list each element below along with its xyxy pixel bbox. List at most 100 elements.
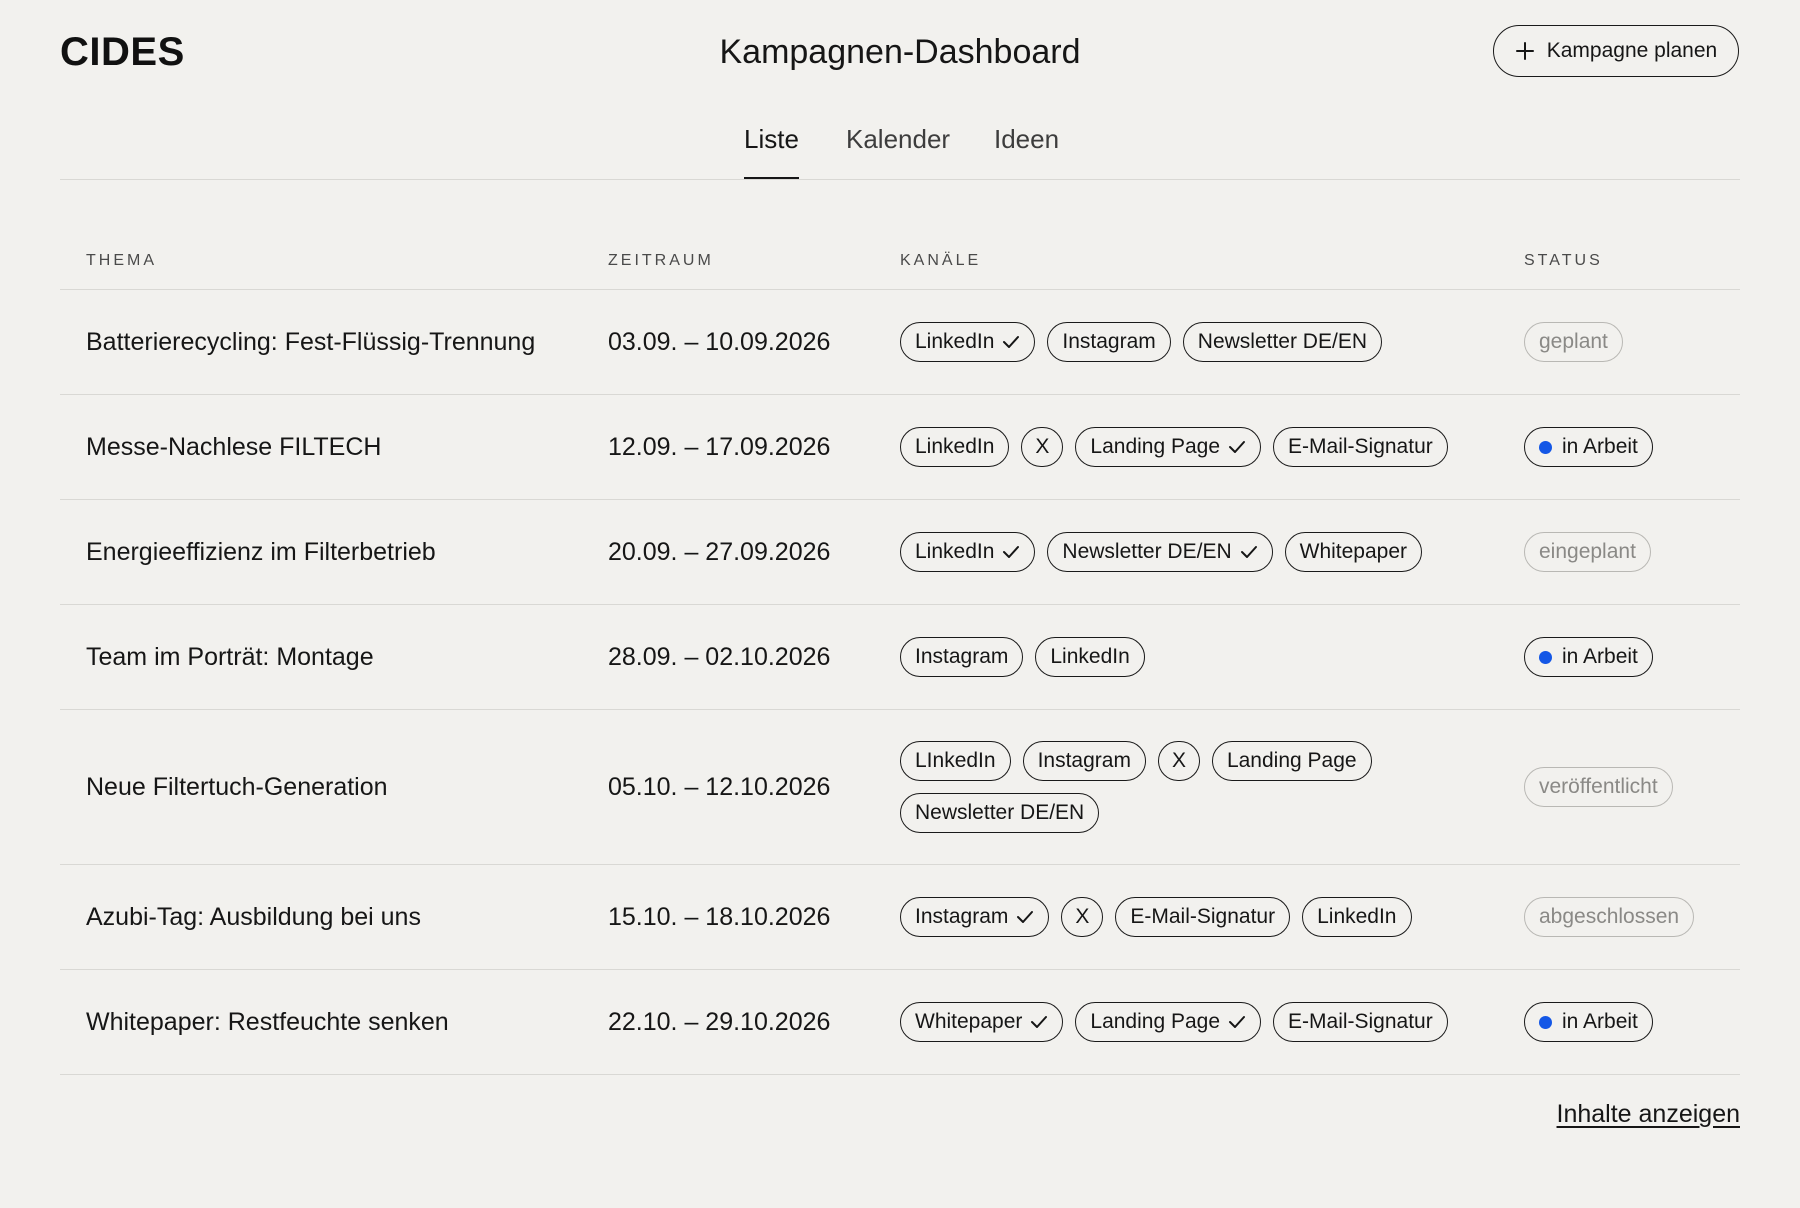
channel-chip[interactable]: Instagram: [900, 637, 1024, 677]
tab-calendar[interactable]: Kalender: [846, 124, 950, 179]
checkmark-icon: [1228, 1015, 1246, 1029]
campaign-topic: Whitepaper: Restfeuchte senken: [86, 1007, 449, 1036]
column-header-range: ZEITRAUM: [608, 252, 714, 269]
channel-list: Whitepaper Landing Page E-Mail-Signatur: [900, 970, 1540, 1074]
column-header-channels: KANÄLE: [900, 252, 982, 269]
plan-campaign-button[interactable]: Kampagne planen: [1493, 25, 1739, 77]
table-row[interactable]: Team im Porträt: Montage 28.09. – 02.10.2…: [60, 605, 1740, 710]
status-badge[interactable]: geplant: [1524, 322, 1623, 362]
channel-chip[interactable]: X: [1021, 427, 1064, 467]
table-row[interactable]: Batterierecycling: Fest-Flüssig-Trennung…: [60, 290, 1740, 395]
status-badge[interactable]: abgeschlossen: [1524, 897, 1695, 937]
channel-chip-label: Instagram: [1062, 330, 1156, 353]
channel-chip-label: Landing Page: [1090, 1010, 1221, 1033]
channel-chip-label: LinkedIn: [915, 435, 995, 458]
checkmark-icon: [1240, 545, 1258, 559]
channel-chip-label: X: [1075, 905, 1090, 928]
channel-list: LinkedIn Newsletter DE/EN Whitepaper: [900, 500, 1540, 604]
channel-chip[interactable]: Instagram: [900, 897, 1050, 937]
status-label: geplant: [1539, 330, 1608, 353]
channel-chips: LinkedIn Newsletter DE/EN Whitepaper: [900, 532, 1500, 572]
campaign-date-range: 28.09. – 02.10.2026: [608, 642, 831, 671]
channel-chip[interactable]: LinkedIn: [900, 532, 1036, 572]
tab-ideas[interactable]: Ideen: [994, 124, 1059, 179]
channel-chip-label: E-Mail-Signatur: [1288, 1010, 1433, 1033]
status-cell: in Arbeit: [1524, 395, 1744, 499]
channel-chip[interactable]: LinkedIn: [1302, 897, 1412, 937]
status-badge[interactable]: in Arbeit: [1524, 1002, 1653, 1042]
status-badge[interactable]: veröffentlicht: [1524, 767, 1673, 807]
channel-chips: LinkedIn X Landing Page E-Mail-Signatur: [900, 427, 1500, 467]
status-label: veröffentlicht: [1539, 775, 1658, 798]
table-row[interactable]: Messe-Nachlese FILTECH 12.09. – 17.09.202…: [60, 395, 1740, 500]
channel-list: LInkedIn Instagram X Landing Page Newsletter…: [900, 710, 1540, 864]
show-content-link[interactable]: Inhalte anzeigen: [1557, 1100, 1740, 1129]
channel-chip[interactable]: LInkedIn: [900, 741, 1011, 781]
channel-chip[interactable]: Whitepaper: [1284, 532, 1423, 572]
channel-chip-label: Instagram: [915, 905, 1009, 928]
channel-chip[interactable]: Landing Page: [1075, 427, 1262, 467]
channel-chip[interactable]: Whitepaper: [900, 1002, 1064, 1042]
status-cell: eingeplant: [1524, 500, 1744, 604]
status-label: in Arbeit: [1562, 435, 1638, 458]
channel-list: LinkedIn X Landing Page E-Mail-Signatur: [900, 395, 1540, 499]
channel-chip-label: LinkedIn: [915, 330, 995, 353]
status-badge[interactable]: eingeplant: [1524, 532, 1651, 572]
channel-chip-label: E-Mail-Signatur: [1130, 905, 1276, 928]
channel-chip-label: Whitepaper: [915, 1010, 1023, 1033]
campaign-topic: Energieeffizienz im Filterbetrieb: [86, 537, 436, 566]
status-cell: in Arbeit: [1524, 970, 1744, 1074]
table-row[interactable]: Energieeffizienz im Filterbetrieb 20.09. …: [60, 500, 1740, 605]
in-progress-dot-icon: [1539, 650, 1552, 664]
status-cell: geplant: [1524, 290, 1744, 394]
table-body: Batterierecycling: Fest-Flüssig-Trennung…: [60, 290, 1740, 1075]
channel-chip-label: Newsletter DE/EN: [915, 801, 1085, 824]
column-header-status: STATUS: [1524, 252, 1603, 269]
campaign-topic: Azubi-Tag: Ausbildung bei uns: [86, 902, 421, 931]
channel-chip-label: Landing Page: [1090, 435, 1221, 458]
channel-chip[interactable]: X: [1157, 741, 1200, 781]
channel-chip[interactable]: Newsletter DE/EN: [1182, 322, 1382, 362]
channel-chip[interactable]: LinkedIn: [900, 427, 1010, 467]
channel-chip-label: X: [1035, 435, 1050, 458]
table-header: THEMA ZEITRAUM KANÄLE STATUS: [60, 236, 1740, 290]
campaign-date-range: 05.10. – 12.10.2026: [608, 772, 831, 801]
table-row[interactable]: Neue Filtertuch-Generation 05.10. – 12.10…: [60, 710, 1740, 865]
channel-chips: LInkedIn Instagram X Landing Page Newsletter…: [900, 741, 1500, 833]
campaign-date-range: 20.09. – 27.09.2026: [608, 537, 831, 566]
channel-chip[interactable]: Newsletter DE/EN: [900, 793, 1100, 833]
channel-chip-label: LinkedIn: [1317, 905, 1397, 928]
status-badge[interactable]: in Arbeit: [1524, 637, 1653, 677]
channel-chip-label: Newsletter DE/EN: [1197, 330, 1367, 353]
tab-list[interactable]: Liste: [744, 124, 799, 179]
channel-chip[interactable]: E-Mail-Signatur: [1273, 1002, 1448, 1042]
campaign-topic: Messe-Nachlese FILTECH: [86, 432, 382, 461]
channel-chips: Instagram X E-Mail-Signatur LinkedIn: [900, 897, 1500, 937]
in-progress-dot-icon: [1539, 1015, 1552, 1029]
channel-chip[interactable]: Instagram: [1022, 741, 1146, 781]
channel-chip[interactable]: LinkedIn: [1035, 637, 1145, 677]
channel-chip[interactable]: Landing Page: [1211, 741, 1372, 781]
channel-chip[interactable]: X: [1061, 897, 1104, 937]
channel-list: LinkedIn Instagram Newsletter DE/EN: [900, 290, 1540, 394]
campaign-date-range: 03.09. – 10.09.2026: [608, 327, 831, 356]
table-row[interactable]: Whitepaper: Restfeuchte senken 22.10. – 2…: [60, 970, 1740, 1075]
channel-chip[interactable]: LinkedIn: [900, 322, 1036, 362]
channel-chip[interactable]: E-Mail-Signatur: [1273, 427, 1448, 467]
status-badge[interactable]: in Arbeit: [1524, 427, 1653, 467]
status-cell: in Arbeit: [1524, 605, 1744, 709]
status-label: in Arbeit: [1562, 1010, 1638, 1033]
channel-list: Instagram LinkedIn: [900, 605, 1540, 709]
channel-chip[interactable]: Instagram: [1047, 322, 1171, 362]
channel-chip[interactable]: Landing Page: [1075, 1002, 1262, 1042]
channel-chip[interactable]: Newsletter DE/EN: [1047, 532, 1273, 572]
channel-chips: LinkedIn Instagram Newsletter DE/EN: [900, 322, 1500, 362]
status-label: abgeschlossen: [1539, 905, 1680, 928]
channel-chip[interactable]: E-Mail-Signatur: [1115, 897, 1291, 937]
channel-chip-label: E-Mail-Signatur: [1288, 435, 1433, 458]
status-cell: veröffentlicht: [1524, 710, 1744, 864]
table-row[interactable]: Azubi-Tag: Ausbildung bei uns 15.10. – 18…: [60, 865, 1740, 970]
campaign-dashboard: CIDES Kampagnen-Dashboard Kampagne plane…: [0, 0, 1800, 1208]
channel-chips: Whitepaper Landing Page E-Mail-Signatur: [900, 1002, 1500, 1042]
channel-chips: Instagram LinkedIn: [900, 637, 1500, 677]
